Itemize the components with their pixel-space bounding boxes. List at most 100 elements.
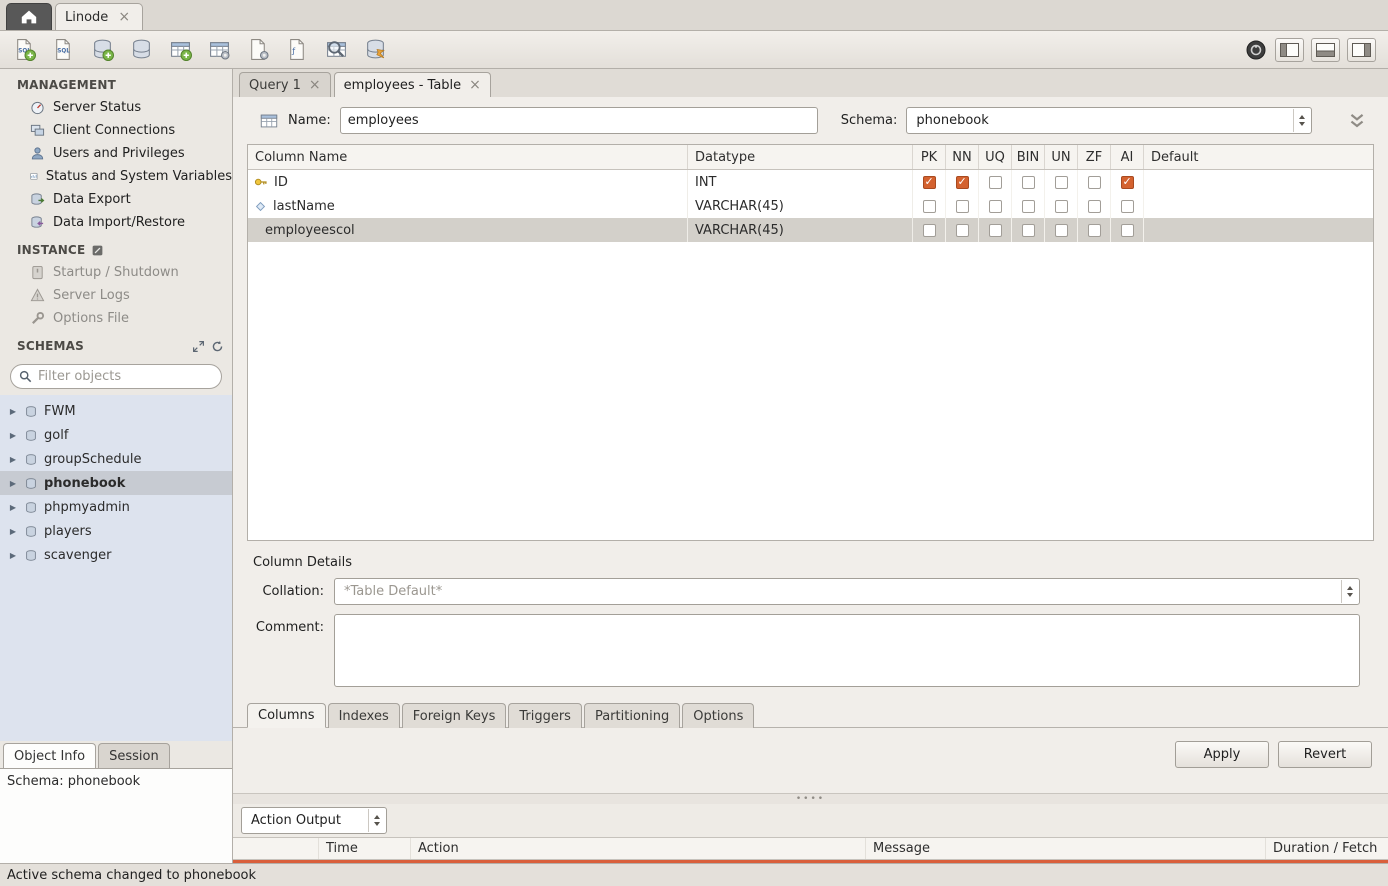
create-table-icon[interactable] bbox=[168, 38, 192, 62]
tab-object-info[interactable]: Object Info bbox=[3, 743, 96, 768]
bin-checkbox[interactable] bbox=[1022, 224, 1035, 237]
schema-filter-box bbox=[10, 364, 222, 389]
schema-inspector-icon[interactable] bbox=[129, 38, 153, 62]
create-function-icon[interactable]: ƒ bbox=[285, 38, 309, 62]
schema-item-players[interactable]: ▶ players bbox=[0, 519, 232, 543]
schema-item-golf[interactable]: ▶ golf bbox=[0, 423, 232, 447]
un-checkbox[interactable] bbox=[1055, 200, 1068, 213]
zf-checkbox[interactable] bbox=[1088, 176, 1101, 189]
expander-icon[interactable]: ▶ bbox=[8, 551, 18, 560]
close-icon[interactable]: × bbox=[118, 10, 130, 24]
refresh-schemas-icon[interactable] bbox=[211, 340, 224, 353]
schema-item-fwm[interactable]: ▶ FWM bbox=[0, 399, 232, 423]
sidebar-item-data-import[interactable]: Data Import/Restore bbox=[0, 211, 232, 234]
uq-checkbox[interactable] bbox=[989, 176, 1002, 189]
toggle-sidebar-button[interactable] bbox=[1275, 38, 1304, 62]
sidebar-item-startup-shutdown[interactable]: Startup / Shutdown bbox=[0, 261, 232, 284]
column-row-employeescol[interactable]: employeescol VARCHAR(45) bbox=[248, 218, 1373, 242]
nn-checkbox[interactable] bbox=[956, 176, 969, 189]
tab-query-1[interactable]: Query 1 × bbox=[239, 72, 331, 97]
bin-checkbox[interactable] bbox=[1022, 200, 1035, 213]
sidebar-item-options-file[interactable]: Options File bbox=[0, 307, 232, 330]
connection-tab[interactable]: Linode × bbox=[55, 3, 143, 30]
toggle-secondary-sidebar-button[interactable] bbox=[1347, 38, 1376, 62]
sidebar-item-users-privileges[interactable]: Users and Privileges bbox=[0, 142, 232, 165]
sidebar-item-status-system-variables[interactable]: Status and System Variables bbox=[0, 165, 232, 188]
create-view-icon[interactable] bbox=[207, 38, 231, 62]
collapse-header-button[interactable] bbox=[1344, 111, 1370, 131]
subtab-indexes[interactable]: Indexes bbox=[328, 703, 400, 728]
schema-select[interactable]: phonebook bbox=[906, 107, 1312, 134]
document-tabstrip: Linode × bbox=[0, 0, 1388, 31]
stepper-icon[interactable] bbox=[1341, 580, 1358, 603]
schemas-section-title: SCHEMAS bbox=[0, 330, 232, 357]
schema-item-phpmyadmin[interactable]: ▶ phpmyadmin bbox=[0, 495, 232, 519]
open-sql-script-icon[interactable] bbox=[51, 38, 75, 62]
apply-button[interactable]: Apply bbox=[1175, 741, 1269, 768]
ai-checkbox[interactable] bbox=[1121, 176, 1134, 189]
expander-icon[interactable]: ▶ bbox=[8, 503, 18, 512]
close-icon[interactable]: × bbox=[309, 78, 321, 92]
expander-icon[interactable]: ▶ bbox=[8, 479, 18, 488]
notifications-icon[interactable] bbox=[1244, 38, 1268, 62]
table-name-input[interactable] bbox=[340, 107, 818, 134]
schema-item-scavenger[interactable]: ▶ scavenger bbox=[0, 543, 232, 567]
nn-checkbox[interactable] bbox=[956, 200, 969, 213]
expander-icon[interactable]: ▶ bbox=[8, 527, 18, 536]
toggle-output-area-button[interactable] bbox=[1311, 38, 1340, 62]
un-checkbox[interactable] bbox=[1055, 176, 1068, 189]
ai-checkbox[interactable] bbox=[1121, 200, 1134, 213]
pk-checkbox[interactable] bbox=[923, 224, 936, 237]
sidebar-item-server-logs[interactable]: Server Logs bbox=[0, 284, 232, 307]
un-checkbox[interactable] bbox=[1055, 224, 1068, 237]
expand-schemas-icon[interactable] bbox=[192, 340, 205, 353]
comment-label: Comment: bbox=[249, 614, 334, 641]
subtab-columns[interactable]: Columns bbox=[247, 703, 326, 728]
subtab-partitioning[interactable]: Partitioning bbox=[584, 703, 680, 728]
expander-icon[interactable]: ▶ bbox=[8, 431, 18, 440]
schema-item-phonebook[interactable]: ▶ phonebook bbox=[0, 471, 232, 495]
zf-checkbox[interactable] bbox=[1088, 200, 1101, 213]
subtab-triggers[interactable]: Triggers bbox=[508, 703, 582, 728]
nn-checkbox[interactable] bbox=[956, 224, 969, 237]
reconnect-dbms-icon[interactable] bbox=[363, 38, 387, 62]
sidebar-item-server-status[interactable]: Server Status bbox=[0, 96, 232, 119]
schema-icon bbox=[24, 404, 38, 418]
ai-checkbox[interactable] bbox=[1121, 224, 1134, 237]
name-label: Name: bbox=[288, 113, 331, 128]
collation-select[interactable]: *Table Default* bbox=[334, 578, 1360, 605]
output-splitter[interactable]: •••• bbox=[233, 793, 1388, 804]
pk-checkbox[interactable] bbox=[923, 176, 936, 189]
home-tab[interactable] bbox=[6, 3, 52, 30]
column-row-id[interactable]: ID INT bbox=[248, 170, 1373, 194]
tab-session[interactable]: Session bbox=[98, 743, 170, 768]
schema-item-groupschedule[interactable]: ▶ groupSchedule bbox=[0, 447, 232, 471]
zf-checkbox[interactable] bbox=[1088, 224, 1101, 237]
subtab-options[interactable]: Options bbox=[682, 703, 754, 728]
grid-empty-area[interactable] bbox=[248, 242, 1373, 540]
output-type-select[interactable]: Action Output bbox=[241, 807, 387, 834]
expander-icon[interactable]: ▶ bbox=[8, 455, 18, 464]
schema-filter-input[interactable] bbox=[38, 369, 213, 384]
stepper-icon[interactable] bbox=[1293, 109, 1310, 132]
bin-checkbox[interactable] bbox=[1022, 176, 1035, 189]
uq-checkbox[interactable] bbox=[989, 200, 1002, 213]
search-icon bbox=[19, 370, 32, 383]
sidebar-item-client-connections[interactable]: Client Connections bbox=[0, 119, 232, 142]
sidebar-item-data-export[interactable]: Data Export bbox=[0, 188, 232, 211]
subtab-foreign-keys[interactable]: Foreign Keys bbox=[402, 703, 507, 728]
uq-checkbox[interactable] bbox=[989, 224, 1002, 237]
tab-employees-table[interactable]: employees - Table × bbox=[334, 72, 491, 97]
column-row-lastname[interactable]: lastName VARCHAR(45) bbox=[248, 194, 1373, 218]
stepper-icon[interactable] bbox=[368, 809, 385, 832]
create-schema-icon[interactable] bbox=[90, 38, 114, 62]
comment-textarea[interactable] bbox=[334, 614, 1360, 687]
create-procedure-icon[interactable] bbox=[246, 38, 270, 62]
new-sql-tab-icon[interactable] bbox=[12, 38, 36, 62]
search-table-data-icon[interactable] bbox=[324, 38, 348, 62]
revert-button[interactable]: Revert bbox=[1278, 741, 1372, 768]
pk-checkbox[interactable] bbox=[923, 200, 936, 213]
expander-icon[interactable]: ▶ bbox=[8, 407, 18, 416]
close-icon[interactable]: × bbox=[469, 78, 481, 92]
connection-tab-label: Linode bbox=[65, 10, 108, 25]
